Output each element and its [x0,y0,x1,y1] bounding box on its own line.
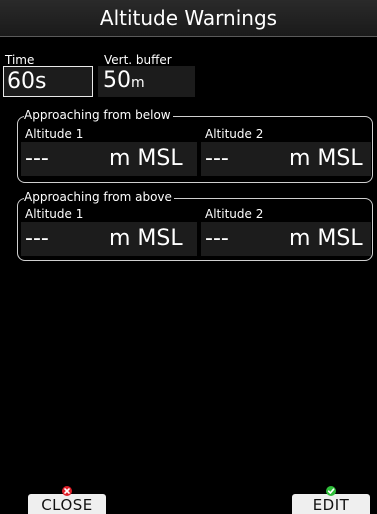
below-altitude-1-field[interactable]: --- m MSL [21,142,197,176]
vert-buffer-unit: m [131,75,145,91]
edit-button[interactable]: EDIT [292,486,370,514]
below-altitude-2-field[interactable]: --- m MSL [201,142,371,176]
page-title: Altitude Warnings [0,0,377,37]
edit-label: EDIT [312,496,350,514]
above-altitude-2-value: --- [205,226,229,251]
time-value: 60s [7,69,47,94]
time-label: Time [5,53,35,67]
check-icon [326,486,336,496]
below-altitude-1-unit: m MSL [109,146,183,171]
time-field[interactable]: 60s [3,66,93,97]
above-altitude-2-label: Altitude 2 [205,207,264,221]
below-altitude-2-unit: m MSL [289,146,363,171]
below-altitude-1-label: Altitude 1 [25,127,84,141]
above-altitude-1-value: --- [25,226,49,251]
below-altitude-1-value: --- [25,146,49,171]
close-icon [62,486,72,496]
below-altitude-2-value: --- [205,146,229,171]
above-altitude-1-unit: m MSL [109,226,183,251]
above-altitude-2-unit: m MSL [289,226,363,251]
approaching-above-legend: Approaching from above [24,190,174,204]
close-button[interactable]: CLOSE [28,486,106,514]
vert-buffer-label: Vert. buffer [104,53,172,67]
approaching-below-legend: Approaching from below [24,108,173,122]
above-altitude-2-field[interactable]: --- m MSL [201,222,371,256]
above-altitude-1-field[interactable]: --- m MSL [21,222,197,256]
vert-buffer-value: 50 [103,68,131,93]
vert-buffer-field[interactable]: 50m [98,66,195,97]
close-label: CLOSE [41,496,93,514]
above-altitude-1-label: Altitude 1 [25,207,84,221]
below-altitude-2-label: Altitude 2 [205,127,264,141]
